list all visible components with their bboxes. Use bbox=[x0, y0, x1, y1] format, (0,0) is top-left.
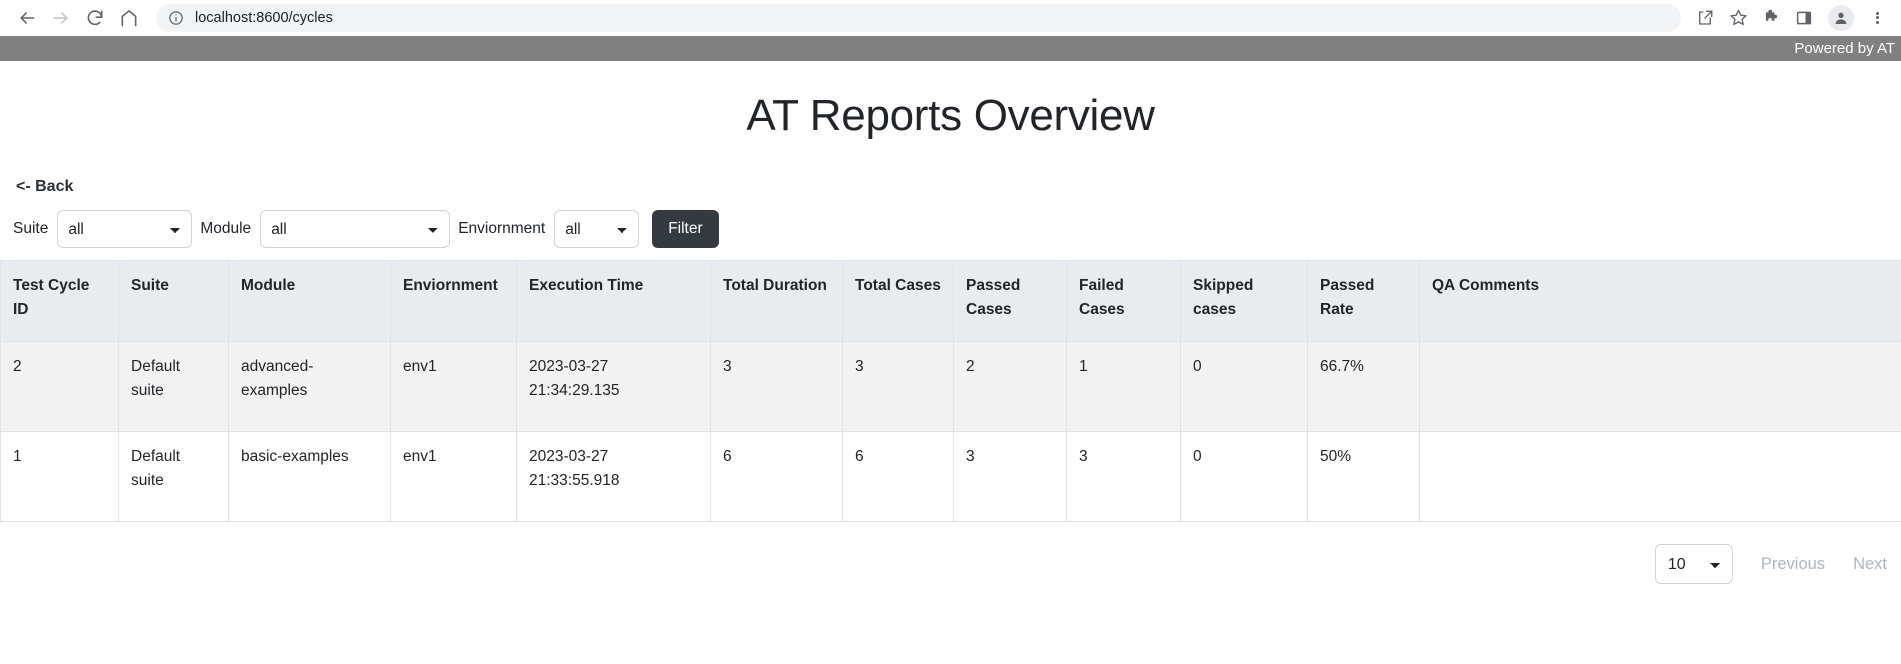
toolbar-actions bbox=[1687, 3, 1891, 33]
profile-avatar-icon[interactable] bbox=[1828, 5, 1854, 31]
cell-suite: Default suite bbox=[119, 342, 229, 432]
column-header-total-duration: Total Duration bbox=[711, 261, 843, 342]
environment-filter-select[interactable]: all bbox=[554, 210, 639, 248]
table-header-row: Test Cycle ID Suite Module Enviornment E… bbox=[1, 261, 1901, 342]
cell-total-duration: 3 bbox=[711, 342, 843, 432]
cell-passed-rate: 66.7% bbox=[1308, 342, 1420, 432]
column-header-enviornment: Enviornment bbox=[391, 261, 517, 342]
table-row[interactable]: 1 Default suite basic-examples env1 2023… bbox=[1, 432, 1901, 522]
cell-skipped-cases: 0 bbox=[1181, 432, 1308, 522]
reload-icon[interactable] bbox=[78, 1, 112, 35]
next-page-link[interactable]: Next bbox=[1853, 555, 1887, 574]
table-body: 2 Default suite advanced-examples env1 2… bbox=[1, 342, 1901, 522]
browser-toolbar: localhost:8600/cycles bbox=[0, 0, 1901, 36]
cell-enviornment: env1 bbox=[391, 342, 517, 432]
powered-by-bar: Powered by AT bbox=[0, 36, 1901, 61]
cell-total-cases: 6 bbox=[843, 432, 954, 522]
pagination: 10 Previous Next bbox=[0, 544, 1901, 584]
cell-skipped-cases: 0 bbox=[1181, 342, 1308, 432]
page-title: AT Reports Overview bbox=[0, 91, 1901, 141]
cell-test-cycle-id: 1 bbox=[1, 432, 119, 522]
filter-bar: Suite all Module all Enviornment all Fil… bbox=[2, 210, 1901, 248]
cell-execution-time: 2023-03-27 21:33:55.918 bbox=[517, 432, 711, 522]
filter-button[interactable]: Filter bbox=[652, 210, 718, 248]
column-header-passed-cases: Passed Cases bbox=[954, 261, 1067, 342]
cell-suite: Default suite bbox=[119, 432, 229, 522]
environment-filter-label: Enviornment bbox=[458, 220, 545, 238]
column-header-passed-rate: Passed Rate bbox=[1308, 261, 1420, 342]
page-size-select[interactable]: 10 bbox=[1655, 544, 1733, 584]
suite-filter-select[interactable]: all bbox=[57, 210, 192, 248]
column-header-execution-time: Execution Time bbox=[517, 261, 711, 342]
three-dot-menu-icon[interactable] bbox=[1863, 3, 1891, 33]
module-filter-label: Module bbox=[200, 220, 251, 238]
share-icon[interactable] bbox=[1690, 3, 1720, 33]
cell-total-cases: 3 bbox=[843, 342, 954, 432]
address-bar-url: localhost:8600/cycles bbox=[195, 10, 333, 26]
table-header: Test Cycle ID Suite Module Enviornment E… bbox=[1, 261, 1901, 342]
column-header-total-cases: Total Cases bbox=[843, 261, 954, 342]
cell-passed-rate: 50% bbox=[1308, 432, 1420, 522]
address-bar[interactable]: localhost:8600/cycles bbox=[156, 4, 1681, 32]
powered-by-label: Powered by AT bbox=[1794, 40, 1895, 57]
suite-filter-label: Suite bbox=[13, 220, 48, 238]
cell-passed-cases: 3 bbox=[954, 432, 1067, 522]
cell-failed-cases: 1 bbox=[1067, 342, 1181, 432]
forward-arrow-icon[interactable] bbox=[44, 1, 78, 35]
column-header-module: Module bbox=[229, 261, 391, 342]
test-cycles-table: Test Cycle ID Suite Module Enviornment E… bbox=[0, 260, 1901, 522]
cell-execution-time: 2023-03-27 21:34:29.135 bbox=[517, 342, 711, 432]
side-panel-icon[interactable] bbox=[1789, 3, 1819, 33]
site-info-icon[interactable] bbox=[168, 10, 184, 26]
back-link[interactable]: <- Back bbox=[16, 178, 73, 196]
column-header-test-cycle-id: Test Cycle ID bbox=[1, 261, 119, 342]
previous-page-link[interactable]: Previous bbox=[1761, 555, 1825, 574]
cell-module: basic-examples bbox=[229, 432, 391, 522]
table-row[interactable]: 2 Default suite advanced-examples env1 2… bbox=[1, 342, 1901, 432]
column-header-suite: Suite bbox=[119, 261, 229, 342]
cell-failed-cases: 3 bbox=[1067, 432, 1181, 522]
cell-qa-comments bbox=[1420, 432, 1901, 522]
star-icon[interactable] bbox=[1723, 3, 1753, 33]
cell-test-cycle-id: 2 bbox=[1, 342, 119, 432]
cell-enviornment: env1 bbox=[391, 432, 517, 522]
cell-qa-comments bbox=[1420, 342, 1901, 432]
puzzle-icon[interactable] bbox=[1756, 3, 1786, 33]
cell-passed-cases: 2 bbox=[954, 342, 1067, 432]
column-header-skipped-cases: Skipped cases bbox=[1181, 261, 1308, 342]
module-filter-select[interactable]: all bbox=[260, 210, 450, 248]
cell-total-duration: 6 bbox=[711, 432, 843, 522]
column-header-qa-comments: QA Comments bbox=[1420, 261, 1901, 342]
home-icon[interactable] bbox=[112, 1, 146, 35]
back-arrow-icon[interactable] bbox=[10, 1, 44, 35]
cell-module: advanced-examples bbox=[229, 342, 391, 432]
column-header-failed-cases: Failed Cases bbox=[1067, 261, 1181, 342]
